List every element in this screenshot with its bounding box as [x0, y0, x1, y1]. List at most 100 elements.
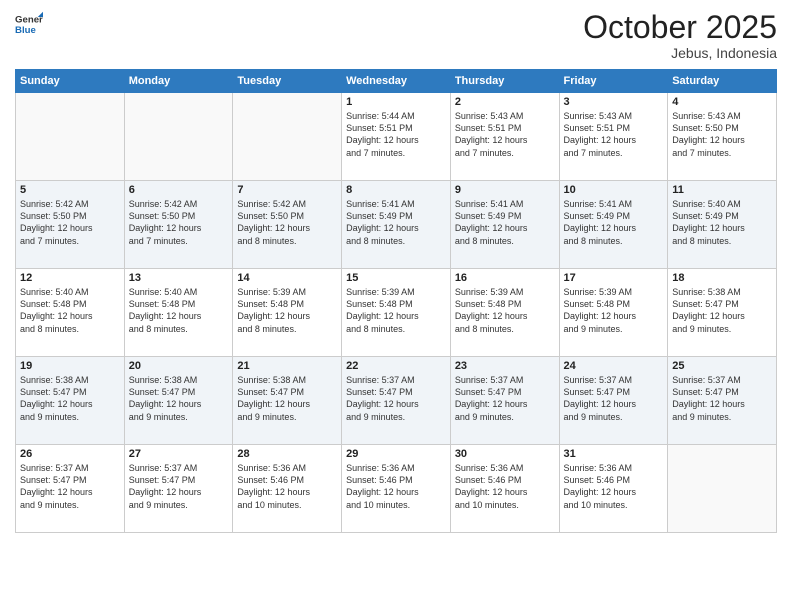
calendar-day-cell: 29 Sunrise: 5:36 AM Sunset: 5:46 PM Dayli… [342, 445, 451, 533]
day-info: Sunrise: 5:40 AM Sunset: 5:48 PM Dayligh… [129, 286, 229, 335]
day-info: Sunrise: 5:40 AM Sunset: 5:48 PM Dayligh… [20, 286, 120, 335]
day-info: Sunrise: 5:37 AM Sunset: 5:47 PM Dayligh… [20, 462, 120, 511]
calendar-day-cell: 16 Sunrise: 5:39 AM Sunset: 5:48 PM Dayli… [450, 269, 559, 357]
day-of-week-header: Tuesday [233, 70, 342, 93]
calendar-day-cell [16, 93, 125, 181]
day-number: 29 [346, 448, 446, 460]
day-info: Sunrise: 5:39 AM Sunset: 5:48 PM Dayligh… [455, 286, 555, 335]
day-of-week-header: Sunday [16, 70, 125, 93]
location: Jebus, Indonesia [583, 45, 777, 61]
day-number: 11 [672, 184, 772, 196]
day-info: Sunrise: 5:42 AM Sunset: 5:50 PM Dayligh… [129, 198, 229, 247]
day-info: Sunrise: 5:36 AM Sunset: 5:46 PM Dayligh… [346, 462, 446, 511]
day-info: Sunrise: 5:39 AM Sunset: 5:48 PM Dayligh… [346, 286, 446, 335]
day-number: 25 [672, 360, 772, 372]
calendar-week-row: 1 Sunrise: 5:44 AM Sunset: 5:51 PM Daylig… [16, 93, 777, 181]
calendar-day-cell: 18 Sunrise: 5:38 AM Sunset: 5:47 PM Dayli… [668, 269, 777, 357]
day-info: Sunrise: 5:37 AM Sunset: 5:47 PM Dayligh… [129, 462, 229, 511]
day-info: Sunrise: 5:37 AM Sunset: 5:47 PM Dayligh… [346, 374, 446, 423]
day-of-week-header: Monday [124, 70, 233, 93]
day-of-week-header: Thursday [450, 70, 559, 93]
day-info: Sunrise: 5:43 AM Sunset: 5:51 PM Dayligh… [455, 110, 555, 159]
day-number: 13 [129, 272, 229, 284]
day-number: 8 [346, 184, 446, 196]
calendar-day-cell: 12 Sunrise: 5:40 AM Sunset: 5:48 PM Dayli… [16, 269, 125, 357]
day-info: Sunrise: 5:43 AM Sunset: 5:50 PM Dayligh… [672, 110, 772, 159]
day-info: Sunrise: 5:37 AM Sunset: 5:47 PM Dayligh… [455, 374, 555, 423]
day-number: 5 [20, 184, 120, 196]
day-info: Sunrise: 5:40 AM Sunset: 5:49 PM Dayligh… [672, 198, 772, 247]
calendar-day-cell: 30Sunrise: 5:36 AM Sunset: 5:46 PM Dayli… [450, 445, 559, 533]
day-number: 24 [564, 360, 664, 372]
day-number: 17 [564, 272, 664, 284]
day-number: 27 [129, 448, 229, 460]
calendar-day-cell: 27 Sunrise: 5:37 AM Sunset: 5:47 PM Dayli… [124, 445, 233, 533]
calendar-week-row: 12 Sunrise: 5:40 AM Sunset: 5:48 PM Dayli… [16, 269, 777, 357]
day-number: 9 [455, 184, 555, 196]
day-info: Sunrise: 5:37 AM Sunset: 5:47 PM Dayligh… [672, 374, 772, 423]
calendar-day-cell: 25 Sunrise: 5:37 AM Sunset: 5:47 PM Dayli… [668, 357, 777, 445]
calendar-day-cell: 14 Sunrise: 5:39 AM Sunset: 5:48 PM Dayli… [233, 269, 342, 357]
svg-text:General: General [15, 14, 43, 25]
day-info: Sunrise: 5:38 AM Sunset: 5:47 PM Dayligh… [672, 286, 772, 335]
calendar-day-cell: 23Sunrise: 5:37 AM Sunset: 5:47 PM Dayli… [450, 357, 559, 445]
calendar-day-cell: 7 Sunrise: 5:42 AM Sunset: 5:50 PM Daylig… [233, 181, 342, 269]
day-number: 28 [237, 448, 337, 460]
day-info: Sunrise: 5:38 AM Sunset: 5:47 PM Dayligh… [129, 374, 229, 423]
day-number: 26 [20, 448, 120, 460]
day-number: 7 [237, 184, 337, 196]
day-of-week-header: Friday [559, 70, 668, 93]
day-of-week-header: Wednesday [342, 70, 451, 93]
day-number: 15 [346, 272, 446, 284]
month-title: October 2025 [583, 10, 777, 45]
calendar-day-cell: 15 Sunrise: 5:39 AM Sunset: 5:48 PM Dayli… [342, 269, 451, 357]
day-number: 2 [455, 96, 555, 108]
calendar-day-cell: 28 Sunrise: 5:36 AM Sunset: 5:46 PM Dayli… [233, 445, 342, 533]
calendar-day-cell: 21Sunrise: 5:38 AM Sunset: 5:47 PM Dayli… [233, 357, 342, 445]
calendar-week-row: 26 Sunrise: 5:37 AM Sunset: 5:47 PM Dayli… [16, 445, 777, 533]
logo-icon: General Blue [15, 10, 43, 38]
day-number: 14 [237, 272, 337, 284]
calendar-day-cell [124, 93, 233, 181]
calendar-day-cell: 3Sunrise: 5:43 AM Sunset: 5:51 PM Daylig… [559, 93, 668, 181]
calendar-day-cell: 8 Sunrise: 5:41 AM Sunset: 5:49 PM Daylig… [342, 181, 451, 269]
day-number: 1 [346, 96, 446, 108]
calendar-day-cell [233, 93, 342, 181]
day-info: Sunrise: 5:36 AM Sunset: 5:46 PM Dayligh… [564, 462, 664, 511]
calendar-day-cell: 26 Sunrise: 5:37 AM Sunset: 5:47 PM Dayli… [16, 445, 125, 533]
calendar-day-cell: 11 Sunrise: 5:40 AM Sunset: 5:49 PM Dayli… [668, 181, 777, 269]
day-info: Sunrise: 5:41 AM Sunset: 5:49 PM Dayligh… [346, 198, 446, 247]
day-number: 3 [564, 96, 664, 108]
calendar-day-cell: 31Sunrise: 5:36 AM Sunset: 5:46 PM Dayli… [559, 445, 668, 533]
day-info: Sunrise: 5:42 AM Sunset: 5:50 PM Dayligh… [20, 198, 120, 247]
calendar-day-cell: 24Sunrise: 5:37 AM Sunset: 5:47 PM Dayli… [559, 357, 668, 445]
title-block: October 2025 Jebus, Indonesia [583, 10, 777, 61]
calendar-day-cell [668, 445, 777, 533]
calendar-week-row: 19Sunrise: 5:38 AM Sunset: 5:47 PM Dayli… [16, 357, 777, 445]
day-number: 30 [455, 448, 555, 460]
calendar-page: General Blue October 2025 Jebus, Indones… [0, 0, 792, 612]
day-info: Sunrise: 5:36 AM Sunset: 5:46 PM Dayligh… [237, 462, 337, 511]
calendar-day-cell: 13 Sunrise: 5:40 AM Sunset: 5:48 PM Dayli… [124, 269, 233, 357]
calendar-day-cell: 20Sunrise: 5:38 AM Sunset: 5:47 PM Dayli… [124, 357, 233, 445]
calendar-day-cell: 17Sunrise: 5:39 AM Sunset: 5:48 PM Dayli… [559, 269, 668, 357]
day-number: 21 [237, 360, 337, 372]
day-number: 18 [672, 272, 772, 284]
calendar-day-cell: 6Sunrise: 5:42 AM Sunset: 5:50 PM Daylig… [124, 181, 233, 269]
header: General Blue October 2025 Jebus, Indones… [15, 10, 777, 61]
day-number: 10 [564, 184, 664, 196]
calendar-day-cell: 10 Sunrise: 5:41 AM Sunset: 5:49 PM Dayli… [559, 181, 668, 269]
day-number: 4 [672, 96, 772, 108]
day-number: 22 [346, 360, 446, 372]
logo: General Blue [15, 10, 43, 38]
calendar-header-row: SundayMondayTuesdayWednesdayThursdayFrid… [16, 70, 777, 93]
day-info: Sunrise: 5:39 AM Sunset: 5:48 PM Dayligh… [237, 286, 337, 335]
day-info: Sunrise: 5:42 AM Sunset: 5:50 PM Dayligh… [237, 198, 337, 247]
calendar-day-cell: 5 Sunrise: 5:42 AM Sunset: 5:50 PM Daylig… [16, 181, 125, 269]
day-info: Sunrise: 5:38 AM Sunset: 5:47 PM Dayligh… [20, 374, 120, 423]
calendar-day-cell: 22 Sunrise: 5:37 AM Sunset: 5:47 PM Dayli… [342, 357, 451, 445]
day-number: 16 [455, 272, 555, 284]
day-info: Sunrise: 5:41 AM Sunset: 5:49 PM Dayligh… [564, 198, 664, 247]
day-info: Sunrise: 5:44 AM Sunset: 5:51 PM Dayligh… [346, 110, 446, 159]
day-number: 12 [20, 272, 120, 284]
